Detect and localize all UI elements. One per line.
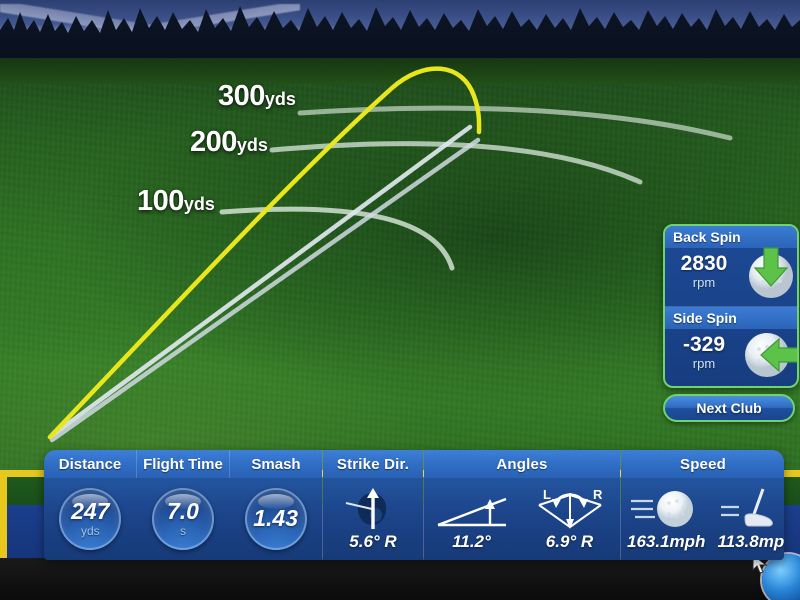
strike-direction-cell: 5.6° R [336, 478, 410, 560]
current-shot-trajectory [47, 66, 482, 440]
reference-trajectory-2 [49, 137, 481, 443]
next-club-button[interactable]: Next Club [663, 394, 795, 422]
stats-hud: Distance Flight Time Smash 247 yds 7.0 s… [44, 450, 784, 560]
back-spin-unit: rpm [692, 275, 716, 290]
left-label: L [543, 487, 551, 502]
left-right-angle-icon-wrap: L R [527, 487, 613, 531]
angles-body: 11.2° L R 6.9° R [424, 478, 620, 560]
ball-speed-value: 163.1mph [627, 531, 706, 551]
primary-metrics-headers: Distance Flight Time Smash [44, 450, 322, 478]
strike-direction-ball-arrow-icon [345, 487, 387, 529]
distance-orb: 247 yds [59, 488, 122, 550]
distance-label-200-value: 200 [190, 126, 237, 158]
distance-value: 247 [71, 497, 110, 524]
spin-panel: Back Spin 2830 rpm Side Spin -329 rpm [663, 224, 799, 388]
flight-time-header: Flight Time [137, 450, 230, 478]
smash-orb: 1.43 [244, 488, 307, 550]
club-speed-value: 113.8mph [717, 531, 784, 551]
speed-body: 163.1mph 113.8mph [621, 478, 784, 560]
reference-trajectory-1 [47, 124, 473, 440]
ball-speed-icon [631, 490, 694, 527]
left-right-angle-value: 6.9° R [545, 531, 594, 551]
strike-direction-body: 5.6° R [323, 478, 423, 560]
side-spin-unit: rpm [692, 356, 716, 371]
club-speed-icon [721, 487, 773, 526]
flight-time-unit: s [179, 523, 186, 538]
ball-backspin-down-arrow-icon [749, 247, 793, 298]
primary-metrics-body: 247 yds 7.0 s 1.43 [44, 478, 322, 560]
launch-angle-icon [437, 497, 506, 526]
distance-label-200: 200yds [190, 126, 268, 159]
distance-label-300-unit: yds [264, 89, 296, 109]
left-right-angle-icon: L R [537, 487, 603, 529]
flight-time-orb: 7.0 s [151, 488, 214, 550]
club-speed-cell: 113.8mph [711, 478, 784, 560]
ball-sidespin-left-arrow-icon [745, 333, 797, 377]
distance-label-300: 300yds [218, 80, 296, 113]
right-label: R [593, 487, 603, 502]
strike-direction-group: Strike Dir. 5.6° R [323, 450, 424, 560]
ball-speed-icon-wrap [629, 487, 703, 531]
back-spin-row: Back Spin 2830 rpm [665, 226, 797, 306]
smash-header: Smash [230, 450, 322, 478]
primary-metrics-group: Distance Flight Time Smash 247 yds 7.0 s… [44, 450, 323, 560]
smash-value: 1.43 [253, 505, 299, 531]
side-spin-row: Side Spin -329 rpm [665, 306, 797, 386]
angles-header: Angles [424, 450, 620, 478]
side-spin-value: -329 [682, 333, 726, 356]
launch-angle-cell: 11.2° [426, 478, 518, 560]
speed-group: Speed 163.1mph 113.8mp [621, 450, 784, 560]
launch-angle-icon-wrap [432, 487, 512, 531]
distance-label-100-unit: yds [183, 194, 215, 214]
angles-group: Angles 11.2° L R 6.9° R [424, 450, 621, 560]
distance-header: Distance [44, 450, 137, 478]
launch-angle-value: 11.2° [452, 531, 491, 551]
ball-speed-cell: 163.1mph [621, 478, 711, 560]
distance-unit: yds [80, 523, 100, 538]
strike-direction-icon-wrap [342, 487, 404, 531]
strike-direction-header: Strike Dir. [323, 450, 423, 478]
left-right-angle-cell: L R 6.9° R [521, 478, 619, 560]
golf-simulator-screen: 300yds 200yds 100yds Back Spin 2830 rpm [0, 0, 800, 600]
screen-bezel [0, 558, 800, 600]
distance-label-100-value: 100 [137, 185, 184, 217]
strike-direction-value: 5.6° R [349, 531, 397, 551]
back-spin-value: 2830 [680, 252, 728, 275]
club-speed-icon-wrap [719, 487, 784, 531]
distance-label-300-value: 300 [218, 80, 265, 112]
distance-label-200-unit: yds [236, 135, 268, 155]
speed-header: Speed [621, 450, 784, 478]
flight-time-value: 7.0 [166, 497, 199, 524]
distance-label-100: 100yds [137, 185, 215, 218]
